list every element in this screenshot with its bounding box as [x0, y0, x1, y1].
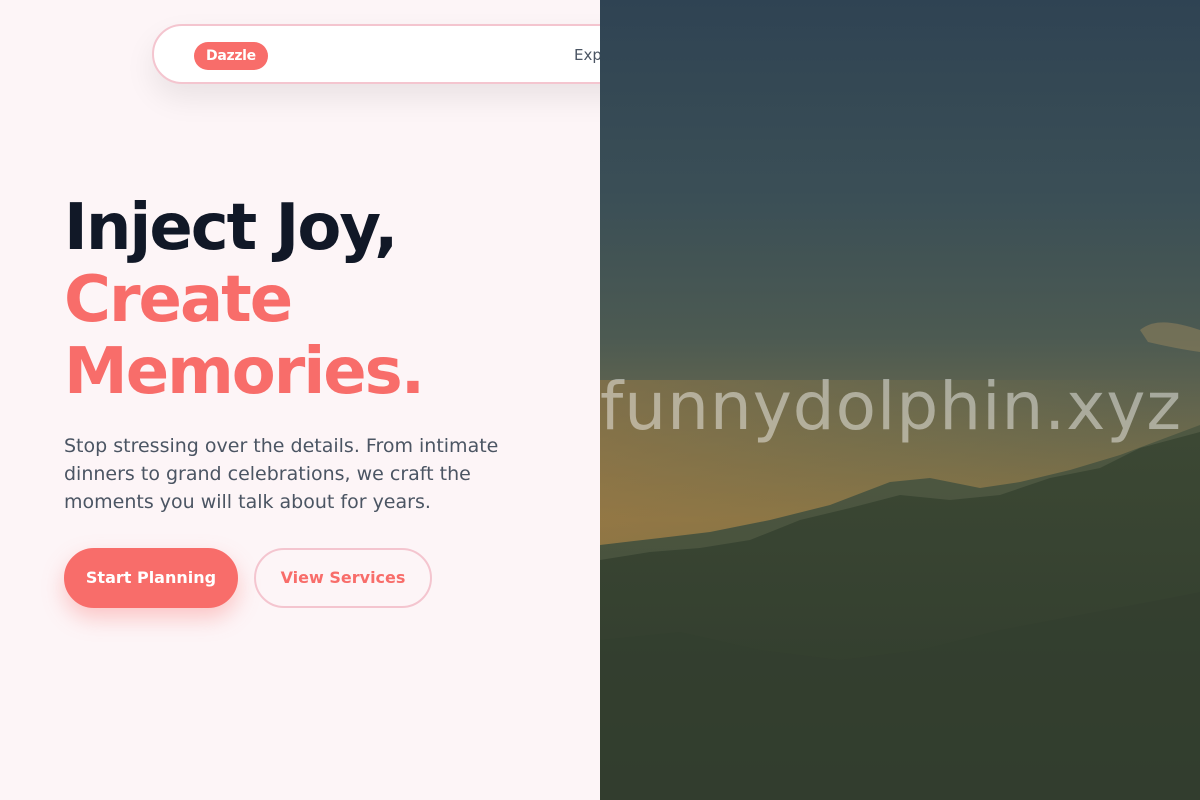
hero-description: Stop stressing over the details. From in…: [64, 435, 499, 513]
start-planning-button[interactable]: Start Planning: [64, 548, 238, 608]
hero-heading-line-2: Create: [64, 263, 293, 337]
hero-heading: Inject Joy, Create Memories.: [64, 191, 425, 409]
nav-link-explore[interactable]: Exp: [574, 46, 602, 64]
brand-logo[interactable]: Dazzle: [194, 42, 268, 70]
hero-heading-line-1: Inject Joy,: [64, 191, 398, 265]
hero-image: funnydolphin.xyz: [600, 0, 1200, 800]
view-services-button[interactable]: View Services: [254, 548, 432, 608]
watermark-text: funnydolphin.xyz: [600, 368, 1183, 445]
hero-heading-line-3: Memories.: [64, 335, 425, 409]
page: Dazzle Exp Inject Joy, Create Memories. …: [0, 0, 1200, 800]
